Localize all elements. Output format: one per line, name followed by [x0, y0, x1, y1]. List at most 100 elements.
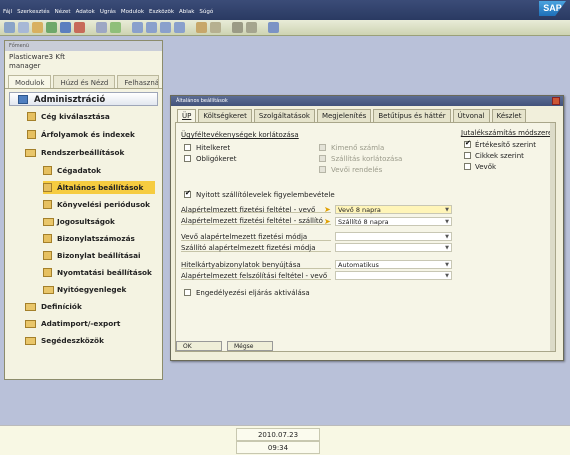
by-sales-employee-label: Értékesítő szerint: [475, 141, 536, 149]
link-arrow-icon[interactable]: ➤: [324, 218, 332, 226]
menu-items: Fájl Szerkesztés Nézet Adatok Ugrás Modu…: [3, 9, 213, 15]
tab-bp[interactable]: ÜP: [177, 109, 197, 122]
tab-user-menu[interactable]: Felhasznál: [117, 75, 160, 88]
first-record-icon[interactable]: [132, 22, 143, 33]
menu-edit[interactable]: Szerkesztés: [17, 9, 50, 15]
tree-item-opening-balances[interactable]: Nyitóegyenlegek: [43, 283, 155, 296]
close-icon[interactable]: [552, 97, 560, 105]
filter-icon[interactable]: [196, 22, 207, 33]
main-menu-title: Főmenü: [5, 41, 162, 51]
chevron-down-icon[interactable]: ▼: [445, 261, 449, 269]
chevron-down-icon[interactable]: ▼: [445, 244, 449, 252]
menu-goto[interactable]: Ugrás: [100, 9, 116, 15]
calculator-icon[interactable]: [246, 22, 257, 33]
by-items-checkbox[interactable]: [464, 152, 471, 159]
approval-procedure-checkbox[interactable]: [184, 289, 191, 296]
menu-data[interactable]: Adatok: [76, 9, 95, 15]
last-record-icon[interactable]: [174, 22, 185, 33]
toolbar: [0, 20, 570, 36]
folder-icon: [43, 218, 54, 226]
folder-icon: [25, 303, 36, 311]
menu-window[interactable]: Ablak: [179, 9, 194, 15]
link-arrow-icon[interactable]: ➤: [324, 206, 332, 214]
sort-icon[interactable]: [210, 22, 221, 33]
chevron-down-icon[interactable]: ▼: [445, 272, 449, 280]
tree-item-authorizations[interactable]: Jogosultságok: [43, 215, 155, 228]
open-deliveries-checkbox[interactable]: [184, 189, 191, 198]
commitment-limit-label: Obligókeret: [196, 155, 237, 163]
tab-font-background[interactable]: Betűtípus és háttér: [373, 109, 451, 122]
credit-limit-checkbox[interactable]: [184, 144, 191, 151]
vendor-payment-terms-select[interactable]: Szállító 8 napra ▼: [335, 217, 452, 226]
document-icon: [43, 268, 52, 277]
tree-item-label: Definíciók: [41, 302, 82, 311]
tab-drag-relate[interactable]: Húzd és Nézd: [53, 75, 116, 88]
tab-services[interactable]: Szolgáltatások: [253, 109, 315, 122]
tree-item-system-init[interactable]: Rendszerbeállítások: [25, 146, 155, 159]
menu-bar: Fájl Szerkesztés Nézet Adatok Ugrás Modu…: [0, 0, 570, 20]
tree-item-company-details[interactable]: Cégadatok: [43, 164, 155, 177]
folder-icon: [25, 320, 36, 328]
tab-display[interactable]: Megjelenítés: [316, 109, 372, 122]
by-customers-checkbox[interactable]: [464, 163, 471, 170]
tree-item-posting-periods[interactable]: Könyvelési periódusok: [43, 198, 155, 211]
chevron-down-icon[interactable]: ▼: [445, 206, 449, 214]
tab-modules[interactable]: Modulok: [8, 75, 52, 88]
tree-item-exchange-rates[interactable]: Árfolyamok és indexek: [27, 128, 157, 141]
by-sales-employee-checkbox[interactable]: [464, 139, 471, 148]
vendor-payment-method-label: Szállító alapértelmezett fizetési módja: [181, 244, 316, 252]
add-icon[interactable]: [110, 22, 121, 33]
menu-file[interactable]: Fájl: [3, 9, 12, 15]
settings-icon[interactable]: [232, 22, 243, 33]
menu-view[interactable]: Nézet: [55, 9, 71, 15]
sales-order-checkbox[interactable]: [319, 166, 326, 173]
document-icon: [43, 234, 52, 243]
preview-icon[interactable]: [18, 22, 29, 33]
excel-icon[interactable]: [46, 22, 57, 33]
email-icon[interactable]: [32, 22, 43, 33]
dunning-terms-label: Alapértelmezett felszólítási feltétel - …: [181, 272, 328, 280]
menu-modules[interactable]: Modulok: [121, 9, 144, 15]
delivery-restriction-checkbox[interactable]: [319, 155, 326, 162]
tab-budget[interactable]: Költségkeret: [198, 109, 252, 122]
print-icon[interactable]: [4, 22, 15, 33]
help-icon[interactable]: [268, 22, 279, 33]
tree-item-utilities[interactable]: Segédeszközök: [25, 334, 155, 347]
credit-card-deposits-select[interactable]: Automatikus ▼: [335, 260, 452, 269]
tree-item-label: Jogosultságok: [57, 217, 115, 226]
chevron-down-icon[interactable]: ▼: [445, 218, 449, 226]
vendor-payment-terms-value: Szállító 8 napra: [338, 218, 389, 226]
ar-invoice-checkbox[interactable]: [319, 144, 326, 151]
tree-item-general-settings[interactable]: Általános beállítások: [43, 181, 155, 194]
tree-item-definitions[interactable]: Definíciók: [25, 300, 155, 313]
customer-payment-terms-select[interactable]: Vevő 8 napra ▼: [335, 205, 452, 214]
tab-inventory[interactable]: Készlet: [491, 109, 527, 122]
word-icon[interactable]: [60, 22, 71, 33]
open-deliveries-label: Nyitott szállítólevelek figyelembevétele: [196, 191, 335, 199]
dialog-panel: Ügyféltevékenységek korlátozása Hitelker…: [175, 122, 556, 352]
menu-help[interactable]: Súgó: [199, 9, 213, 15]
vertical-scrollbar[interactable]: [550, 123, 555, 351]
tree-item-data-import-export[interactable]: Adatimport/-export: [25, 317, 155, 330]
prev-record-icon[interactable]: [146, 22, 157, 33]
menu-tools[interactable]: Eszközök: [149, 9, 174, 15]
pdf-icon[interactable]: [74, 22, 85, 33]
tree-item-document-numbering[interactable]: Bizonylatszámozás: [43, 232, 155, 245]
company-name: Plasticware3 Kft: [9, 53, 66, 61]
chevron-down-icon[interactable]: ▼: [445, 233, 449, 241]
tree-item-document-settings[interactable]: Bizonylat beállításai: [43, 249, 155, 262]
tree-item-company-select[interactable]: Cég kiválasztása: [27, 110, 157, 123]
tree-item-label: Segédeszközök: [41, 336, 104, 345]
status-date: 2010.07.23: [236, 428, 320, 441]
dunning-terms-select[interactable]: ▼: [335, 271, 452, 280]
tab-path[interactable]: Útvonal: [452, 109, 490, 122]
ok-button[interactable]: OK: [176, 341, 222, 351]
search-icon[interactable]: [96, 22, 107, 33]
commitment-limit-checkbox[interactable]: [184, 155, 191, 162]
tree-item-print-preferences[interactable]: Nyomtatási beállítások: [43, 266, 155, 279]
customer-payment-method-select[interactable]: ▼: [335, 232, 452, 241]
module-header[interactable]: Adminisztráció: [9, 92, 158, 106]
cancel-button[interactable]: Mégse: [227, 341, 273, 351]
vendor-payment-method-select[interactable]: ▼: [335, 243, 452, 252]
next-record-icon[interactable]: [160, 22, 171, 33]
